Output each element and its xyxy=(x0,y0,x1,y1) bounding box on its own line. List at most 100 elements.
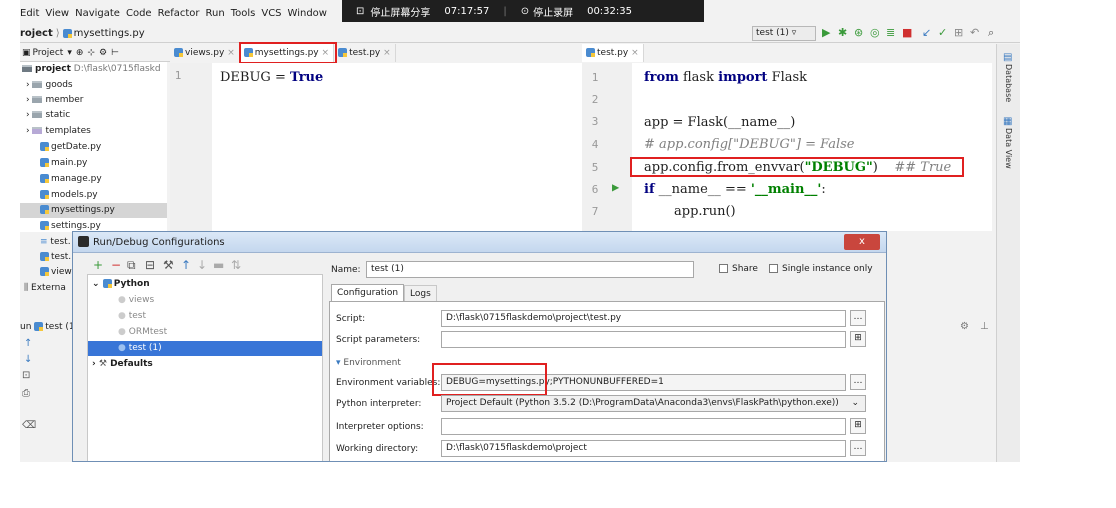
expand-parameters-button[interactable]: ⊞ xyxy=(850,331,866,347)
hide-icon[interactable]: ⊥ xyxy=(980,321,989,332)
stop-icon[interactable]: ■ xyxy=(902,27,912,39)
chevron-down-icon[interactable]: ▾ xyxy=(67,48,72,58)
screen-share-icon[interactable]: ⊡ xyxy=(356,6,364,17)
tree-item-goods[interactable]: › goods xyxy=(26,78,73,93)
stop-share-button[interactable]: 停止屏幕分享 xyxy=(370,4,430,19)
tab-test-right[interactable]: test.py × xyxy=(582,44,644,62)
scroll-up-icon[interactable]: ↑ xyxy=(24,338,32,349)
working-directory-input[interactable]: D:\flask\0715flaskdemo\project xyxy=(441,440,846,457)
search-icon[interactable]: ⌕ xyxy=(988,27,994,39)
environment-section[interactable]: ▾ Environment xyxy=(336,358,401,368)
tree-item-test-partial-1[interactable]: ≡ test. xyxy=(40,235,71,250)
record-stop-icon[interactable]: ⊙ xyxy=(521,6,529,17)
tree-item-getdate[interactable]: getDate.py xyxy=(40,140,101,155)
single-instance-checkbox[interactable]: Single instance only xyxy=(769,264,873,274)
tree-config-test1[interactable]: ● test (1) xyxy=(88,341,322,356)
tab-logs[interactable]: Logs xyxy=(404,285,437,302)
close-icon[interactable]: × xyxy=(631,48,639,58)
move-down-icon[interactable]: ↓ xyxy=(197,259,207,271)
collapse-icon[interactable]: ⊹ xyxy=(87,48,95,58)
python-interpreter-select[interactable]: Project Default (Python 3.5.2 (D:\Progra… xyxy=(441,395,866,412)
browse-script-button[interactable]: … xyxy=(850,310,866,326)
debug-icon[interactable]: ✱ xyxy=(838,27,847,39)
browse-directory-button[interactable]: … xyxy=(850,440,866,456)
left-editor-tabs: views.py × mysettings.py × test.py × xyxy=(170,44,598,62)
trash-icon[interactable]: ⌫ xyxy=(22,420,36,431)
close-icon[interactable]: × xyxy=(227,48,235,58)
stop-record-button[interactable]: 停止录屏 xyxy=(533,4,573,19)
wrench-icon[interactable]: ⚒ xyxy=(163,259,174,271)
script-parameters-input[interactable] xyxy=(441,331,846,348)
interpreter-options-input[interactable] xyxy=(441,418,846,435)
tree-item-models[interactable]: models.py xyxy=(40,188,98,203)
checkbox[interactable] xyxy=(719,264,728,273)
tree-item-mysettings[interactable]: mysettings.py xyxy=(20,203,167,218)
tree-defaults-group[interactable]: › ⚒ Defaults xyxy=(92,357,153,372)
menu-edit[interactable]: Edit xyxy=(20,8,39,19)
history-icon[interactable]: ⊞ xyxy=(954,27,963,39)
move-up-icon[interactable]: ↑ xyxy=(181,259,191,271)
tab-configuration[interactable]: Configuration xyxy=(331,284,405,302)
folder-icon[interactable]: ▬ xyxy=(213,259,224,271)
expand-options-button[interactable]: ⊞ xyxy=(850,418,866,434)
copy-icon[interactable]: ⧉ xyxy=(127,259,136,271)
database-tool-label[interactable]: Database xyxy=(1004,64,1013,102)
left-code-editor[interactable]: 1 DEBUG = True xyxy=(170,63,598,231)
script-path-input[interactable]: D:\flask\0715flaskdemo\project\test.py xyxy=(441,310,846,327)
tree-item-member[interactable]: › member xyxy=(26,93,84,108)
breadcrumb-file[interactable]: mysettings.py xyxy=(74,28,145,39)
tree-config-test[interactable]: ● test xyxy=(118,309,146,324)
tree-item-views-partial[interactable]: view xyxy=(40,265,72,280)
vcs-commit-icon[interactable]: ✓ xyxy=(938,27,947,39)
tree-config-ormtest[interactable]: ● ORMtest xyxy=(118,325,167,340)
vcs-update-icon[interactable]: ↙ xyxy=(922,27,931,39)
edit-env-vars-button[interactable]: … xyxy=(850,374,866,390)
sort-icon[interactable]: ⇅ xyxy=(231,259,241,271)
menu-view[interactable]: View xyxy=(45,8,69,19)
tree-item-templates[interactable]: › templates xyxy=(26,124,91,139)
share-checkbox[interactable]: Share xyxy=(719,264,758,274)
gear-icon[interactable]: ⚙ xyxy=(99,48,107,58)
menu-navigate[interactable]: Navigate xyxy=(75,8,120,19)
gear-icon[interactable]: ⚙ xyxy=(960,321,969,332)
revert-icon[interactable]: ↶ xyxy=(970,27,979,39)
concurrency-icon[interactable]: ≣ xyxy=(886,27,895,39)
tree-item-manage[interactable]: manage.py xyxy=(40,172,102,187)
coverage-icon[interactable]: ⊛ xyxy=(854,27,863,39)
tree-config-views[interactable]: ● views xyxy=(118,293,154,308)
soft-wrap-icon[interactable]: ⊡ xyxy=(22,370,30,381)
remove-icon[interactable]: − xyxy=(111,259,121,271)
checkbox[interactable] xyxy=(769,264,778,273)
save-icon[interactable]: ⊟ xyxy=(145,259,155,271)
data-view-tool-label[interactable]: Data View xyxy=(1004,128,1013,169)
menu-refactor[interactable]: Refactor xyxy=(158,8,200,19)
run-gutter-icon[interactable]: ▶ xyxy=(612,180,619,194)
right-code-editor[interactable]: 1 2 3 4 5 6 ▶ 7 from flask import Flask … xyxy=(582,63,992,231)
menu-code[interactable]: Code xyxy=(126,8,152,19)
tree-item-main[interactable]: main.py xyxy=(40,156,87,171)
tree-item-external-libraries[interactable]: ⫼ Externa xyxy=(24,281,66,296)
menu-run[interactable]: Run xyxy=(206,8,225,19)
menu-vcs[interactable]: VCS xyxy=(261,8,281,19)
close-button[interactable]: x xyxy=(844,234,880,250)
menu-window[interactable]: Window xyxy=(288,8,327,19)
scroll-down-icon[interactable]: ↓ xyxy=(24,354,32,365)
tree-item-static[interactable]: › static xyxy=(26,108,70,123)
close-icon[interactable]: × xyxy=(383,48,391,58)
breadcrumb-project[interactable]: roject xyxy=(20,28,53,39)
add-icon[interactable]: + xyxy=(93,259,103,271)
profile-icon[interactable]: ◎ xyxy=(870,27,880,39)
hide-icon[interactable]: ⊢ xyxy=(111,48,119,58)
tab-views[interactable]: views.py × xyxy=(170,44,240,62)
menu-tools[interactable]: Tools xyxy=(231,8,256,19)
target-icon[interactable]: ⊕ xyxy=(76,48,84,58)
tree-item-test-partial-2[interactable]: test. xyxy=(40,250,71,265)
name-input[interactable]: test (1) xyxy=(366,261,694,278)
project-panel-title[interactable]: Project xyxy=(33,48,64,58)
run-icon[interactable]: ▶ xyxy=(822,27,830,39)
tab-test[interactable]: test.py × xyxy=(334,44,396,62)
tree-python-group[interactable]: ⌄ Python xyxy=(92,277,150,292)
tree-root[interactable]: project D:\flask\0715flaskd xyxy=(22,62,161,77)
run-config-selector[interactable]: test (1) ▿ xyxy=(752,26,816,41)
print-icon[interactable]: ⎙ xyxy=(22,388,30,399)
